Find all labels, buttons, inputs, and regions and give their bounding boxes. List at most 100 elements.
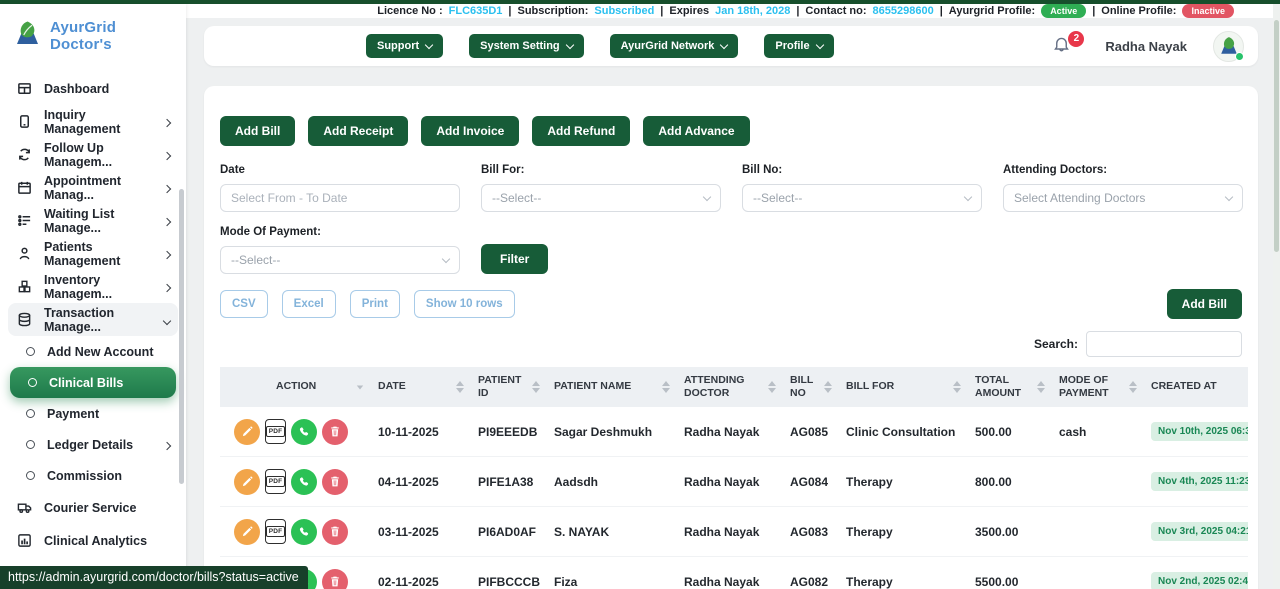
expires-value: Jan 18th, 2028 (715, 5, 790, 17)
bill-no-select[interactable]: --Select-- (742, 184, 982, 212)
delete-button[interactable] (322, 419, 348, 445)
mode-of-payment-select[interactable]: --Select-- (220, 246, 460, 274)
page-scrollbar[interactable] (1273, 4, 1280, 589)
show-rows-button[interactable]: Show 10 rows (414, 290, 515, 318)
dashboard-icon (16, 81, 32, 97)
created-at-badge: Nov 3rd, 2025 04:21 (1151, 522, 1248, 541)
sidebar-item-label: Appointment Manag... (44, 174, 152, 202)
bill-no-selected-value: --Select-- (753, 191, 802, 205)
add-refund-button[interactable]: Add Refund (532, 116, 630, 146)
column-header-attending-doctor[interactable]: ATTENDING DOCTOR (676, 374, 782, 400)
page-scrollbar-thumb[interactable] (1274, 20, 1279, 252)
whatsapp-button[interactable] (291, 469, 317, 495)
pdf-icon: PDF (266, 426, 285, 437)
edit-button[interactable] (234, 519, 260, 545)
attending-doctors-selected-value: Select Attending Doctors (1014, 191, 1145, 205)
add-invoice-button[interactable]: Add Invoice (421, 116, 519, 146)
sidebar-subitem-clinical-bills[interactable]: Clinical Bills (10, 367, 176, 398)
add-bill-button[interactable]: Add Bill (220, 116, 295, 146)
nav-support-button[interactable]: Support (366, 34, 443, 58)
excel-export-button[interactable]: Excel (282, 290, 336, 318)
nav-profile-button[interactable]: Profile (764, 34, 833, 58)
sidebar-item-transaction-management[interactable]: Transaction Manage... (8, 303, 178, 336)
bill-no-filter-label: Bill No: (742, 164, 982, 176)
sidebar-subitem-commission[interactable]: Commission (8, 460, 178, 491)
delete-button[interactable] (322, 519, 348, 545)
column-header-bill-no[interactable]: BILL NO (782, 374, 838, 400)
licence-value: FLC635D1 (449, 5, 503, 17)
pdf-button[interactable]: PDF (265, 469, 286, 494)
sidebar-item-label: Inquiry Management (44, 108, 152, 136)
column-header-created-at[interactable]: CREATED AT (1143, 380, 1248, 393)
date-range-input[interactable] (220, 184, 460, 212)
chevron-down-icon (442, 255, 450, 263)
column-header-date[interactable]: DATE (370, 380, 470, 393)
pdf-button[interactable]: PDF (265, 419, 286, 444)
contact-value: 8655298600 (873, 5, 934, 17)
licence-label: Licence No : (377, 5, 442, 17)
licence-info-bar: Licence No : FLC635D1 | Subscription: Su… (186, 4, 1280, 18)
cell-patient-name: Sagar Deshmukh (546, 425, 676, 439)
sidebar-item-waiting-list-management[interactable]: Waiting List Manage... (8, 204, 178, 237)
sidebar-item-appointment-management[interactable]: Appointment Manag... (8, 171, 178, 204)
chevron-right-icon (164, 438, 170, 452)
whatsapp-button[interactable] (291, 519, 317, 545)
trash-icon (329, 525, 341, 538)
pdf-button[interactable]: PDF (265, 519, 286, 544)
trash-icon (329, 425, 341, 438)
sidebar: AyurGrid Doctor's Dashboard Inquiry Mana… (0, 4, 186, 589)
sidebar-item-dashboard[interactable]: Dashboard (8, 72, 178, 105)
sidebar-subitem-add-new-account[interactable]: Add New Account (8, 336, 178, 367)
column-header-action[interactable]: ACTION (220, 380, 370, 393)
avatar[interactable] (1213, 31, 1244, 62)
sidebar-subitem-payment[interactable]: Payment (8, 398, 178, 429)
edit-button[interactable] (234, 419, 260, 445)
print-button[interactable]: Print (350, 290, 400, 318)
cell-bill-for: Therapy (838, 575, 967, 589)
delete-button[interactable] (322, 469, 348, 495)
column-header-mode-of-payment[interactable]: MODE OF PAYMENT (1051, 374, 1143, 400)
edit-button[interactable] (234, 469, 260, 495)
attending-doctors-select[interactable]: Select Attending Doctors (1003, 184, 1243, 212)
csv-export-button[interactable]: CSV (220, 290, 268, 318)
sidebar-scrollbar[interactable] (179, 189, 184, 484)
sidebar-item-inventory-management[interactable]: Inventory Managem... (8, 270, 178, 303)
bill-for-select[interactable]: --Select-- (481, 184, 721, 212)
chevron-right-icon (164, 148, 170, 162)
whatsapp-button[interactable] (291, 419, 317, 445)
column-header-patient-id[interactable]: PATIENT ID (470, 374, 546, 400)
sidebar-item-patients-management[interactable]: Patients Management (8, 237, 178, 270)
column-header-total-amount[interactable]: TOTAL AMOUNT (967, 374, 1051, 400)
add-advance-button[interactable]: Add Advance (643, 116, 749, 146)
sort-icon (532, 381, 540, 393)
nav-system-setting-button[interactable]: System Setting (469, 34, 583, 58)
sidebar-item-follow-up-management[interactable]: Follow Up Managem... (8, 138, 178, 171)
nav-ayurgrid-network-button[interactable]: AyurGrid Network (610, 34, 739, 58)
brand-home-link[interactable]: AyurGrid Doctor's (0, 4, 186, 66)
cell-bill-for: Clinic Consultation (838, 425, 967, 439)
separator: | (1092, 5, 1095, 17)
add-receipt-button[interactable]: Add Receipt (308, 116, 408, 146)
sidebar-item-label: Dashboard (44, 82, 109, 96)
cell-date: 04-11-2025 (370, 475, 470, 489)
add-bill-button-secondary[interactable]: Add Bill (1167, 289, 1242, 319)
table-body: PDF 10-11-2025 PI9EEEDB Sagar Deshmukh R… (220, 407, 1248, 589)
filter-button[interactable]: Filter (481, 244, 548, 274)
cell-attending-doctor: Radha Nayak (676, 575, 782, 589)
notification-bell-button[interactable]: 2 (1052, 34, 1071, 59)
cell-patient-id: PI6AD0AF (470, 525, 546, 539)
sort-icon (357, 385, 363, 389)
cell-patient-name: Aadsdh (546, 475, 676, 489)
sidebar-item-clinical-analytics[interactable]: Clinical Analytics (8, 524, 178, 557)
date-filter-label: Date (220, 164, 460, 176)
chevron-down-icon (565, 41, 573, 49)
column-header-patient-name[interactable]: PATIENT NAME (546, 380, 676, 393)
sidebar-item-label: Clinical Analytics (44, 534, 147, 548)
sidebar-item-courier-service[interactable]: Courier Service (8, 491, 178, 524)
delete-button[interactable] (322, 569, 348, 589)
sidebar-subitem-ledger-details[interactable]: Ledger Details (8, 429, 178, 460)
sidebar-item-inquiry-management[interactable]: Inquiry Management (8, 105, 178, 138)
column-header-bill-for[interactable]: BILL FOR (838, 380, 967, 393)
search-input[interactable] (1086, 331, 1242, 357)
table-row: PDF 03-11-2025 PI6AD0AF S. NAYAK Radha N… (220, 507, 1248, 557)
